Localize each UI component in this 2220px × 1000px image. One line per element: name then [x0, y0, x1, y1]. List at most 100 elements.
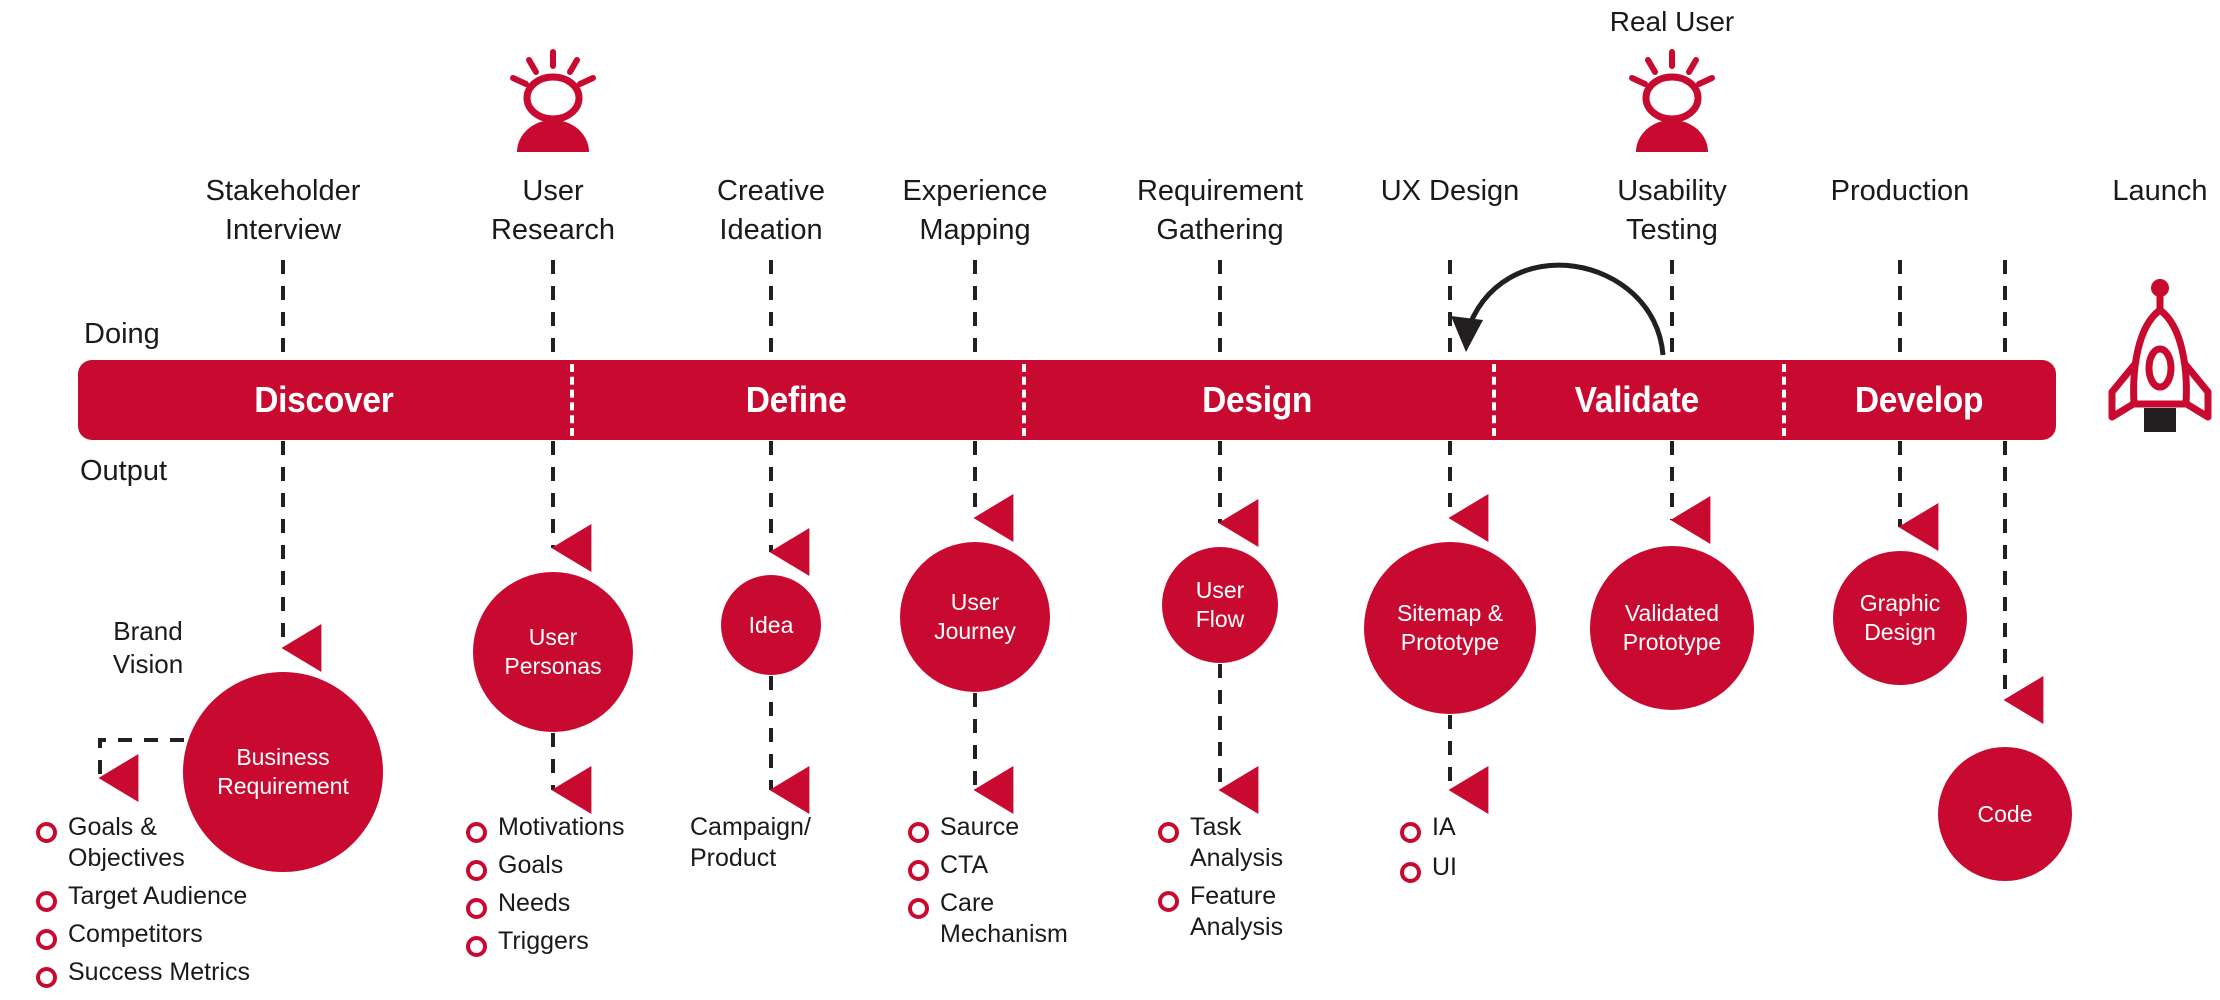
list-item: IA — [1400, 812, 1580, 843]
ring-bullet-icon — [36, 822, 57, 843]
stage-header-requirement-gathering: Requirement Gathering — [1137, 172, 1303, 250]
ring-bullet-icon — [36, 967, 57, 988]
phase-label-discover: Discover — [254, 379, 394, 420]
phase-segment-develop[interactable]: Develop — [1782, 360, 2056, 440]
list-item-label: UI — [1432, 853, 1457, 881]
stage-header-launch: Launch — [2112, 172, 2207, 211]
phase-bar: Discover Define Design Validate Develop — [78, 360, 2056, 440]
bullet-list-experience-mapping: Saurce CTA Care Mechanism — [908, 812, 1148, 957]
stage-header-line1: Stakeholder Interview — [205, 175, 361, 246]
list-item: Saurce — [908, 812, 1148, 843]
bubble-label: User Journey — [934, 589, 1016, 644]
list-item: Needs — [466, 888, 696, 919]
feedback-loop-arrow — [1451, 262, 1666, 356]
list-item: Care Mechanism — [908, 888, 1148, 950]
stage-header-line: Creative Ideation — [717, 175, 825, 246]
ring-bullet-icon — [1400, 822, 1421, 843]
bubble-label: Sitemap & Prototype — [1396, 600, 1504, 655]
bubble-label: Code — [1977, 800, 2033, 827]
list-item-label: Goals & Objectives — [68, 813, 185, 872]
output-bubble-code[interactable]: Code — [1938, 747, 2072, 881]
stage-header-experience-mapping: Experience Mapping — [902, 172, 1047, 250]
ring-bullet-icon — [908, 898, 929, 919]
stage-header-line: User Research — [490, 175, 616, 246]
bullet-list-user-research: Motivations Goals Needs Triggers — [466, 812, 696, 964]
bullet-list-ux-design: IA UI — [1400, 812, 1580, 890]
ring-bullet-icon — [1158, 822, 1179, 843]
stage-header-line: UX Design — [1380, 175, 1520, 207]
list-item-label: Care Mechanism — [940, 889, 1068, 948]
ring-bullet-icon — [466, 822, 487, 843]
ring-bullet-icon — [908, 860, 929, 881]
ring-bullet-icon — [1400, 862, 1421, 883]
stage-header-line: Usability Testing — [1617, 175, 1727, 246]
stage-tick-lines — [281, 260, 2007, 362]
stage-header-user-research: User Research — [491, 172, 615, 250]
list-item-label: Needs — [498, 889, 571, 917]
list-item-label: Triggers — [498, 927, 589, 955]
bubble-label: User Personas — [504, 624, 602, 679]
list-item-label: Motivations — [498, 813, 625, 841]
bubble-label: Idea — [748, 611, 794, 638]
list-item: Competitors — [36, 919, 286, 950]
stage-header-usability-testing: Usability Testing — [1617, 172, 1727, 250]
ring-bullet-icon — [466, 860, 487, 881]
output-bubble-validated-prototype[interactable]: Validated Prototype — [1590, 546, 1754, 710]
list-item: Task Analysis — [1158, 812, 1378, 874]
phase-segment-define[interactable]: Define — [570, 360, 1022, 440]
list-item: Feature Analysis — [1158, 881, 1378, 943]
list-item: Motivations — [466, 812, 696, 843]
stage-header-creative-ideation: Creative Ideation — [717, 172, 825, 250]
bullet-list-requirement-gathering: Task Analysis Feature Analysis — [1158, 812, 1378, 950]
list-item: Target Audience — [36, 881, 286, 912]
ux-process-diagram: Stakeholder Interview User Research Crea… — [0, 0, 2220, 1000]
output-bubble-sitemap-prototype[interactable]: Sitemap & Prototype — [1364, 542, 1536, 714]
list-item: Goals — [466, 850, 696, 881]
real-user-caption: Real User — [1609, 6, 1735, 37]
bubble-label: User Flow — [1195, 577, 1245, 632]
output-bubble-idea[interactable]: Idea — [721, 575, 821, 675]
list-item-label: CTA — [940, 851, 989, 879]
row-label-doing: Doing — [84, 318, 160, 350]
list-item: Goals & Objectives — [36, 812, 286, 874]
list-item-label: Success Metrics — [68, 958, 250, 986]
output-bubble-user-journey[interactable]: User Journey — [900, 542, 1050, 692]
phase-segment-validate[interactable]: Validate — [1492, 360, 1782, 440]
stage-header-line: Requirement Gathering — [1136, 175, 1304, 246]
list-item-label: IA — [1432, 813, 1456, 841]
stage-header-line: Production — [1830, 175, 1970, 207]
list-item: CTA — [908, 850, 1148, 881]
list-item-label: Task Analysis — [1190, 813, 1284, 872]
phase-label-design: Design — [1202, 379, 1312, 420]
output-bubble-user-personas[interactable]: User Personas — [473, 572, 633, 732]
bubble-label: Business Requirement — [217, 744, 349, 799]
list-item: Success Metrics — [36, 957, 286, 988]
brand-vision-elbow — [98, 738, 184, 802]
list-item-label: Goals — [498, 851, 564, 879]
stage-header-line: Launch — [2112, 175, 2208, 207]
list-item-label: Saurce — [940, 813, 1020, 841]
ring-bullet-icon — [466, 936, 487, 957]
user-research-person-icon — [507, 48, 599, 161]
phase-segment-discover[interactable]: Discover — [78, 360, 570, 440]
launch-rocket-icon — [2104, 276, 2216, 441]
ring-bullet-icon — [908, 822, 929, 843]
brand-vision-caption: Brand Vision — [112, 616, 184, 679]
phase-label-develop: Develop — [1854, 379, 1984, 420]
stage-header-production: Production — [1831, 172, 1970, 211]
stage-header-ux-design: UX Design — [1381, 172, 1520, 211]
phase-label-define: Define — [745, 379, 847, 420]
output-bubble-user-flow[interactable]: User Flow — [1162, 547, 1278, 663]
phase-segment-design[interactable]: Design — [1022, 360, 1492, 440]
bullet-list-stakeholder-interview: Goals & Objectives Target Audience Compe… — [36, 812, 286, 995]
stage-header-stakeholder-interview: Stakeholder Interview — [206, 172, 361, 250]
stage-header-line: Experience Mapping — [902, 175, 1048, 246]
list-item: Triggers — [466, 926, 696, 957]
ring-bullet-icon — [36, 891, 57, 912]
ring-bullet-icon — [466, 898, 487, 919]
bubble-label: Validated Prototype — [1622, 600, 1722, 655]
output-bubble-graphic-design[interactable]: Graphic Design — [1833, 551, 1967, 685]
list-item-label: Feature Analysis — [1190, 882, 1284, 941]
phase-label-validate: Validate — [1574, 379, 1700, 420]
real-user-person-icon — [1626, 48, 1718, 161]
